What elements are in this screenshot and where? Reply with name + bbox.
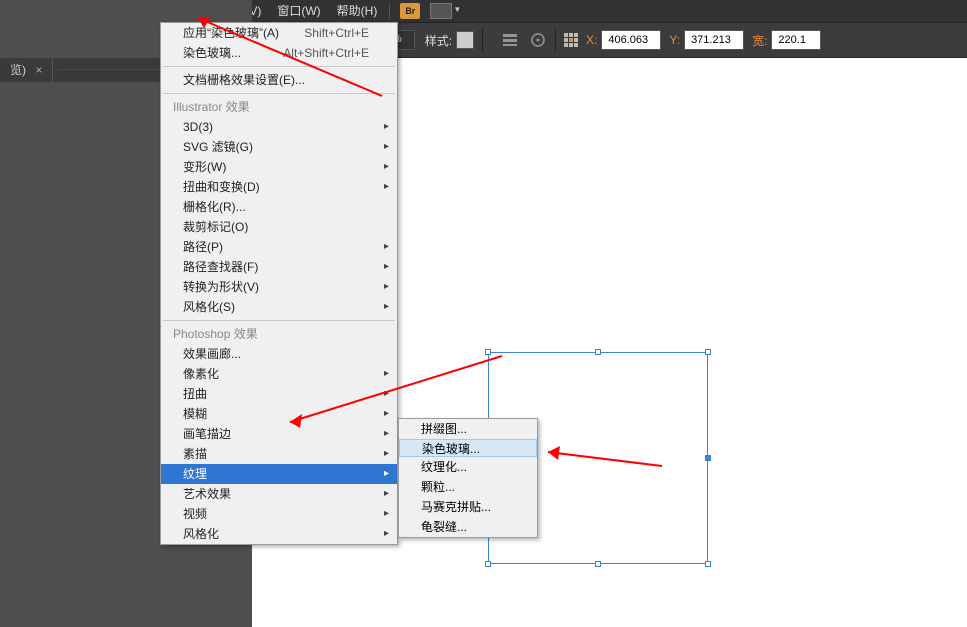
close-tab-icon[interactable]: × bbox=[35, 63, 42, 77]
align-icon[interactable] bbox=[501, 31, 519, 49]
menu-ill-8[interactable]: 转换为形状(V) bbox=[161, 277, 397, 297]
menu-ill-3[interactable]: 扭曲和变换(D) bbox=[161, 177, 397, 197]
document-tab-label: 览) bbox=[10, 63, 26, 77]
menu-help[interactable]: 帮助(H) bbox=[329, 0, 386, 22]
menu-ps-9[interactable]: 风格化 bbox=[161, 524, 397, 544]
transform-icon[interactable] bbox=[529, 31, 547, 49]
menu-ps-0[interactable]: 效果画廊... bbox=[161, 344, 397, 364]
menu-ps-4[interactable]: 画笔描边 bbox=[161, 424, 397, 444]
style-label: 样式: bbox=[425, 32, 452, 49]
texture-submenu: 拼缀图...染色玻璃...纹理化...颗粒...马赛克拼贴...龟裂缝... bbox=[398, 418, 538, 538]
menu-ps-5[interactable]: 素描 bbox=[161, 444, 397, 464]
menu-separator bbox=[389, 3, 390, 19]
handle-tr[interactable] bbox=[705, 349, 711, 355]
menu-separator bbox=[163, 66, 395, 67]
document-tab[interactable]: 览) × bbox=[0, 58, 53, 82]
menu-last-effect[interactable]: 染色玻璃... Alt+Shift+Ctrl+E bbox=[161, 43, 397, 63]
menu-ps-3[interactable]: 模糊 bbox=[161, 404, 397, 424]
y-field[interactable] bbox=[684, 30, 744, 50]
graphic-style-swatch[interactable] bbox=[456, 31, 474, 49]
menu-ill-7[interactable]: 路径查找器(F) bbox=[161, 257, 397, 277]
x-label: X: bbox=[586, 33, 597, 47]
submenu-item-1[interactable]: 染色玻璃... bbox=[399, 439, 537, 457]
menu-ps-2[interactable]: 扭曲 bbox=[161, 384, 397, 404]
menu-ps-1[interactable]: 像素化 bbox=[161, 364, 397, 384]
shortcut: Alt+Shift+Ctrl+E bbox=[283, 43, 369, 63]
shortcut: Shift+Ctrl+E bbox=[304, 23, 369, 43]
menu-ill-0[interactable]: 3D(3) bbox=[161, 117, 397, 137]
effect-menu: 应用“染色玻璃”(A) Shift+Ctrl+E 染色玻璃... Alt+Shi… bbox=[160, 22, 398, 545]
menu-ps-8[interactable]: 视频 bbox=[161, 504, 397, 524]
menu-ill-6[interactable]: 路径(P) bbox=[161, 237, 397, 257]
divider bbox=[482, 28, 483, 52]
menu-doc-raster[interactable]: 文档栅格效果设置(E)... bbox=[161, 70, 397, 90]
handle-mr[interactable] bbox=[705, 455, 711, 461]
submenu-item-5[interactable]: 龟裂缝... bbox=[399, 517, 537, 537]
arrange-documents-icon[interactable] bbox=[430, 3, 452, 19]
menu-ill-2[interactable]: 变形(W) bbox=[161, 157, 397, 177]
menu-ill-1[interactable]: SVG 滤镜(G) bbox=[161, 137, 397, 157]
menu-separator bbox=[163, 320, 395, 321]
menu-last-effect-label: 染色玻璃... bbox=[183, 46, 241, 60]
w-label: 宽: bbox=[752, 32, 767, 49]
menu-ill-9[interactable]: 风格化(S) bbox=[161, 297, 397, 317]
handle-br[interactable] bbox=[705, 561, 711, 567]
x-field[interactable] bbox=[601, 30, 661, 50]
submenu-item-0[interactable]: 拼缀图... bbox=[399, 419, 537, 439]
menu-ill-4[interactable]: 栅格化(R)... bbox=[161, 197, 397, 217]
submenu-item-2[interactable]: 纹理化... bbox=[399, 457, 537, 477]
handle-bl[interactable] bbox=[485, 561, 491, 567]
menu-ps-6[interactable]: 纹理 bbox=[161, 464, 397, 484]
menu-ill-5[interactable]: 裁剪标记(O) bbox=[161, 217, 397, 237]
menu-ps-7[interactable]: 艺术效果 bbox=[161, 484, 397, 504]
menu-apply-last-label: 应用“染色玻璃”(A) bbox=[183, 26, 279, 40]
section-photoshop: Photoshop 效果 bbox=[161, 324, 397, 344]
handle-tl[interactable] bbox=[485, 349, 491, 355]
w-field[interactable] bbox=[771, 30, 821, 50]
submenu-item-3[interactable]: 颗粒... bbox=[399, 477, 537, 497]
y-label: Y: bbox=[669, 33, 680, 47]
submenu-item-4[interactable]: 马赛克拼贴... bbox=[399, 497, 537, 517]
section-illustrator: Illustrator 效果 bbox=[161, 97, 397, 117]
menu-window[interactable]: 窗口(W) bbox=[269, 0, 328, 22]
menu-apply-last[interactable]: 应用“染色玻璃”(A) Shift+Ctrl+E bbox=[161, 23, 397, 43]
handle-bm[interactable] bbox=[595, 561, 601, 567]
bridge-icon[interactable]: Br bbox=[400, 3, 420, 19]
divider bbox=[555, 28, 556, 52]
reference-point-icon[interactable] bbox=[564, 33, 578, 47]
menu-separator bbox=[163, 93, 395, 94]
handle-tm[interactable] bbox=[595, 349, 601, 355]
